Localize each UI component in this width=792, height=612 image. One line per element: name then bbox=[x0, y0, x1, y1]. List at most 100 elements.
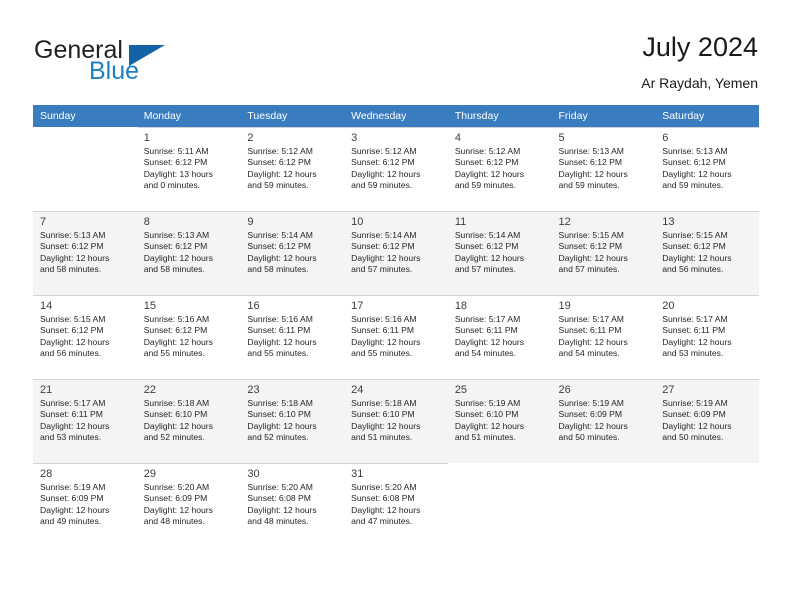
calendar-day-cell[interactable]: 22 Sunrise: 5:18 AM Sunset: 6:10 PM Dayligh… bbox=[136, 379, 241, 463]
daylight-text: Daylight: 12 hours bbox=[351, 420, 421, 431]
day-number bbox=[559, 466, 651, 481]
sunset-text: Sunset: 6:12 PM bbox=[143, 157, 208, 168]
daylight-text: and 57 minutes. bbox=[351, 264, 413, 275]
day-number: 18 bbox=[454, 300, 468, 312]
day-cell-inner: 28 Sunrise: 5:19 AM Sunset: 6:09 PM Dayligh… bbox=[33, 463, 137, 547]
day-cell-inner: 30 Sunrise: 5:20 AM Sunset: 6:08 PM Dayligh… bbox=[240, 463, 345, 547]
sunset-text: Sunset: 6:12 PM bbox=[143, 325, 208, 336]
calendar-day-cell[interactable]: 20 Sunrise: 5:17 AM Sunset: 6:11 PM Dayligh… bbox=[655, 295, 759, 379]
day-cell-inner: 25 Sunrise: 5:19 AM Sunset: 6:10 PM Dayligh… bbox=[447, 379, 552, 463]
calendar-day-cell[interactable]: 6 Sunrise: 5:13 AM Sunset: 6:12 PM Daylight… bbox=[655, 127, 759, 211]
calendar-day-cell[interactable]: 14 Sunrise: 5:15 AM Sunset: 6:12 PM Dayligh… bbox=[33, 295, 137, 379]
calendar-empty-cell bbox=[33, 127, 137, 211]
daylight-text: and 50 minutes. bbox=[662, 432, 724, 443]
day-cell-inner: 31 Sunrise: 5:20 AM Sunset: 6:08 PM Dayligh… bbox=[344, 463, 448, 547]
weekday-header-thursday: Thursday bbox=[447, 105, 552, 127]
day-number bbox=[455, 466, 547, 481]
calendar-day-cell[interactable]: 1 Sunrise: 5:11 AM Sunset: 6:12 PM Daylight… bbox=[136, 127, 241, 211]
daylight-text: Daylight: 12 hours bbox=[662, 336, 732, 347]
daylight-text: and 58 minutes. bbox=[40, 264, 102, 275]
daylight-text: Daylight: 12 hours bbox=[351, 252, 421, 263]
calendar-day-cell[interactable]: 19 Sunrise: 5:17 AM Sunset: 6:11 PM Dayligh… bbox=[551, 295, 656, 379]
daylight-text: Daylight: 12 hours bbox=[247, 168, 317, 179]
calendar-day-cell[interactable]: 24 Sunrise: 5:18 AM Sunset: 6:10 PM Dayligh… bbox=[344, 379, 448, 463]
logo-text-blue: Blue bbox=[89, 57, 140, 85]
calendar-day-cell[interactable]: 5 Sunrise: 5:13 AM Sunset: 6:12 PM Daylight… bbox=[551, 127, 656, 211]
day-number: 23 bbox=[247, 384, 260, 396]
calendar-day-cell[interactable]: 8 Sunrise: 5:13 AM Sunset: 6:12 PM Daylight… bbox=[136, 211, 241, 295]
day-number: 19 bbox=[558, 300, 571, 312]
daylight-text: and 51 minutes. bbox=[454, 432, 516, 443]
sunset-text: Sunset: 6:12 PM bbox=[454, 157, 519, 168]
day-number: 20 bbox=[662, 300, 675, 312]
sunrise-text: Sunrise: 5:20 AM bbox=[143, 482, 210, 492]
sunrise-text: Sunrise: 5:15 AM bbox=[558, 230, 624, 240]
sunset-text: Sunset: 6:12 PM bbox=[247, 157, 311, 168]
calendar-day-cell[interactable]: 7 Sunrise: 5:13 AM Sunset: 6:12 PM Daylight… bbox=[33, 211, 137, 295]
sunrise-text: Sunrise: 5:16 AM bbox=[247, 314, 313, 324]
day-cell-inner: 4 Sunrise: 5:12 AM Sunset: 6:12 PM Daylight… bbox=[447, 127, 552, 211]
sunrise-text: Sunrise: 5:13 AM bbox=[558, 146, 624, 156]
calendar-day-cell[interactable]: 11 Sunrise: 5:14 AM Sunset: 6:12 PM Dayligh… bbox=[447, 211, 552, 295]
calendar-day-cell[interactable]: 28 Sunrise: 5:19 AM Sunset: 6:09 PM Dayligh… bbox=[33, 463, 137, 547]
daylight-text: and 57 minutes. bbox=[454, 264, 516, 275]
sunset-text: Sunset: 6:09 PM bbox=[662, 409, 726, 420]
day-number: 16 bbox=[247, 300, 260, 312]
day-cell-inner: 15 Sunrise: 5:16 AM Sunset: 6:12 PM Dayligh… bbox=[136, 295, 241, 379]
calendar-day-cell[interactable]: 25 Sunrise: 5:19 AM Sunset: 6:10 PM Dayligh… bbox=[447, 379, 552, 463]
calendar-day-cell[interactable]: 15 Sunrise: 5:16 AM Sunset: 6:12 PM Dayligh… bbox=[136, 295, 241, 379]
day-number: 4 bbox=[454, 132, 461, 144]
sunset-text: Sunset: 6:12 PM bbox=[143, 241, 208, 252]
calendar-day-cell[interactable]: 26 Sunrise: 5:19 AM Sunset: 6:09 PM Dayligh… bbox=[551, 379, 656, 463]
day-number: 1 bbox=[143, 132, 150, 144]
calendar-day-cell[interactable]: 9 Sunrise: 5:14 AM Sunset: 6:12 PM Daylight… bbox=[240, 211, 345, 295]
calendar-week-row: 1 Sunrise: 5:11 AM Sunset: 6:12 PM Daylight… bbox=[33, 127, 759, 211]
daylight-text: Daylight: 12 hours bbox=[143, 420, 213, 431]
calendar-day-cell[interactable]: 16 Sunrise: 5:16 AM Sunset: 6:11 PM Dayligh… bbox=[240, 295, 345, 379]
sunset-text: Sunset: 6:08 PM bbox=[247, 493, 311, 504]
calendar-day-cell[interactable]: 31 Sunrise: 5:20 AM Sunset: 6:08 PM Dayligh… bbox=[344, 463, 448, 547]
day-cell-inner: 3 Sunrise: 5:12 AM Sunset: 6:12 PM Daylight… bbox=[344, 127, 448, 211]
calendar-day-cell[interactable]: 3 Sunrise: 5:12 AM Sunset: 6:12 PM Daylight… bbox=[344, 127, 448, 211]
day-number: 8 bbox=[143, 216, 150, 228]
calendar-day-cell[interactable]: 30 Sunrise: 5:20 AM Sunset: 6:08 PM Dayligh… bbox=[240, 463, 345, 547]
general-blue-logo[interactable]: General Blue bbox=[34, 36, 224, 90]
sunrise-text: Sunrise: 5:15 AM bbox=[40, 314, 106, 324]
calendar-day-cell[interactable]: 23 Sunrise: 5:18 AM Sunset: 6:10 PM Dayligh… bbox=[240, 379, 345, 463]
calendar-day-cell[interactable]: 27 Sunrise: 5:19 AM Sunset: 6:09 PM Dayligh… bbox=[655, 379, 759, 463]
calendar-week-row: 28 Sunrise: 5:19 AM Sunset: 6:09 PM Dayligh… bbox=[33, 463, 759, 547]
weekday-header-friday: Friday bbox=[551, 105, 656, 127]
calendar-day-cell[interactable]: 4 Sunrise: 5:12 AM Sunset: 6:12 PM Daylight… bbox=[447, 127, 552, 211]
location-subtitle: Ar Raydah, Yemen bbox=[641, 75, 758, 91]
sunset-text: Sunset: 6:10 PM bbox=[143, 409, 208, 420]
day-cell-inner: 12 Sunrise: 5:15 AM Sunset: 6:12 PM Dayligh… bbox=[551, 211, 656, 295]
calendar-day-cell[interactable]: 29 Sunrise: 5:20 AM Sunset: 6:09 PM Dayligh… bbox=[136, 463, 241, 547]
sunrise-text: Sunrise: 5:19 AM bbox=[454, 398, 521, 408]
page-header: General Blue July 2024 Ar Raydah, Yemen bbox=[0, 0, 792, 100]
day-cell-inner: 2 Sunrise: 5:12 AM Sunset: 6:12 PM Daylight… bbox=[240, 127, 345, 211]
daylight-text: and 0 minutes. bbox=[143, 180, 201, 191]
day-number: 17 bbox=[351, 300, 364, 312]
sunset-text: Sunset: 6:09 PM bbox=[40, 493, 104, 504]
daylight-text: and 59 minutes. bbox=[351, 180, 413, 191]
day-cell-inner: 20 Sunrise: 5:17 AM Sunset: 6:11 PM Dayligh… bbox=[655, 295, 759, 379]
calendar-empty-cell bbox=[655, 463, 759, 547]
calendar-day-cell[interactable]: 17 Sunrise: 5:16 AM Sunset: 6:11 PM Dayligh… bbox=[344, 295, 448, 379]
calendar-day-cell[interactable]: 12 Sunrise: 5:15 AM Sunset: 6:12 PM Dayligh… bbox=[551, 211, 656, 295]
calendar-day-cell[interactable]: 13 Sunrise: 5:15 AM Sunset: 6:12 PM Dayligh… bbox=[655, 211, 759, 295]
calendar-day-cell[interactable]: 10 Sunrise: 5:14 AM Sunset: 6:12 PM Dayligh… bbox=[344, 211, 448, 295]
day-number: 12 bbox=[558, 216, 571, 228]
sunrise-text: Sunrise: 5:14 AM bbox=[351, 230, 417, 240]
weekday-header-tuesday: Tuesday bbox=[240, 105, 345, 127]
daylight-text: Daylight: 13 hours bbox=[143, 168, 213, 179]
daylight-text: and 54 minutes. bbox=[558, 348, 620, 359]
day-cell-inner bbox=[655, 463, 759, 547]
calendar-day-cell[interactable]: 18 Sunrise: 5:17 AM Sunset: 6:11 PM Dayligh… bbox=[447, 295, 552, 379]
calendar-day-cell[interactable]: 21 Sunrise: 5:17 AM Sunset: 6:11 PM Dayligh… bbox=[33, 379, 137, 463]
calendar-day-cell[interactable]: 2 Sunrise: 5:12 AM Sunset: 6:12 PM Daylight… bbox=[240, 127, 345, 211]
weekday-header-wednesday: Wednesday bbox=[344, 105, 448, 127]
sunrise-text: Sunrise: 5:16 AM bbox=[351, 314, 417, 324]
day-cell-inner: 11 Sunrise: 5:14 AM Sunset: 6:12 PM Dayligh… bbox=[447, 211, 552, 295]
sunrise-text: Sunrise: 5:18 AM bbox=[247, 398, 313, 408]
sunrise-text: Sunrise: 5:16 AM bbox=[143, 314, 210, 324]
